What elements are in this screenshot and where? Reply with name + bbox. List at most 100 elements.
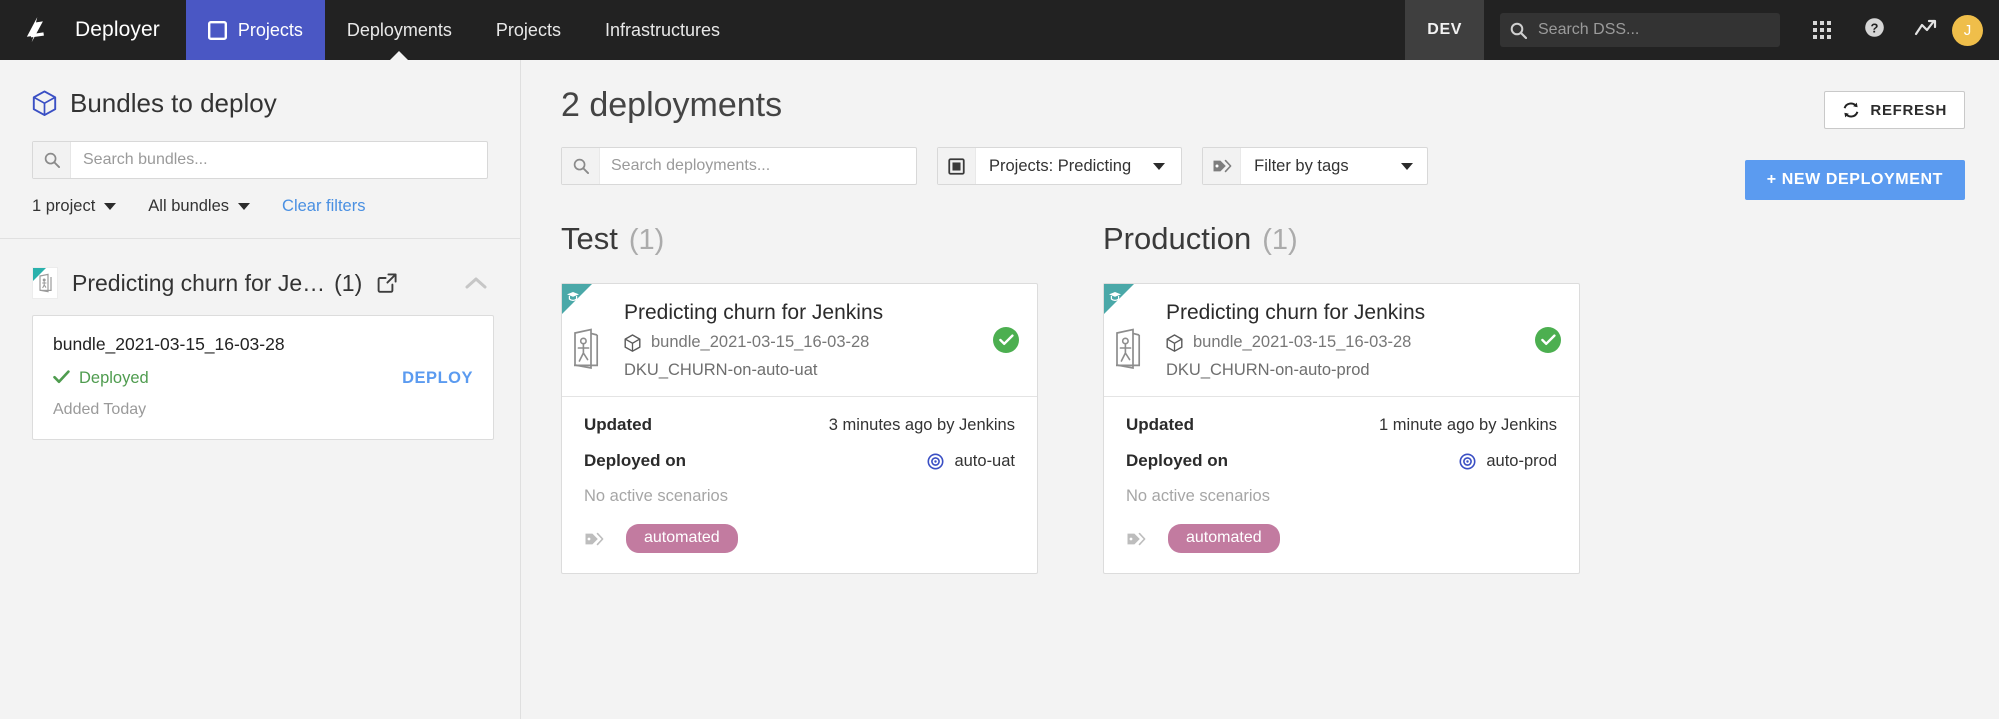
apps-grid-button[interactable] [1796, 0, 1848, 60]
project-thumbnail [562, 284, 610, 380]
updated-label: Updated [1126, 415, 1194, 435]
refresh-button[interactable]: REFRESH [1824, 91, 1965, 129]
projects-filter-select[interactable]: Projects: Predicting [937, 147, 1183, 185]
column-title: Test [561, 221, 618, 256]
trend-arrow-icon [1914, 18, 1938, 43]
deployed-on-label: Deployed on [1126, 451, 1229, 471]
chevron-up-icon[interactable] [464, 275, 488, 291]
nav-tab-label: Projects [237, 19, 303, 40]
deployments-search[interactable] [561, 147, 917, 185]
tags-filter-label: Filter by tags [1241, 148, 1426, 184]
dataiku-bird-logo[interactable] [0, 0, 63, 60]
deployed-on-value-wrap: auto-uat [927, 452, 1015, 471]
tag-icon [584, 531, 604, 547]
tag-pill[interactable]: automated [626, 524, 738, 554]
deployments-main: 2 deployments Projects: Predicting [521, 60, 1999, 719]
projects-filter-label: Projects: Predicting [976, 148, 1181, 184]
nav-tab-deployments[interactable]: Deployments [325, 0, 474, 60]
activity-button[interactable] [1900, 0, 1952, 60]
column-test: Test (1) Predicting churn for Jenkins bu… [561, 221, 1038, 575]
churn-door-icon [569, 327, 603, 376]
deployed-on-value-wrap: auto-prod [1459, 452, 1557, 471]
sidebar-title-row: Bundles to deploy [32, 88, 488, 119]
chevron-down-icon [1400, 162, 1413, 170]
deployed-on-label: Deployed on [584, 451, 687, 471]
tag-icon [1203, 148, 1242, 184]
window-icon [207, 20, 227, 40]
search-input[interactable] [1536, 20, 1770, 40]
churn-door-glyph [33, 268, 57, 298]
deployment-id: DKU_CHURN-on-auto-prod [1166, 361, 1370, 380]
nav-tab-projects-primary[interactable]: Projects [185, 0, 325, 60]
column-title: Production [1103, 221, 1252, 256]
page-body: Bundles to deploy 1 project All bundles … [0, 60, 1999, 719]
deployment-bundle-name: bundle_2021-03-15_16-03-28 [1193, 333, 1412, 352]
churn-door-icon [1111, 327, 1145, 376]
deployment-columns: Test (1) Predicting churn for Jenkins bu… [561, 221, 1965, 575]
sidebar-header: Bundles to deploy 1 project All bundles … [0, 60, 520, 238]
bundle-card[interactable]: bundle_2021-03-15_16-03-28 Deployed DEPL… [32, 315, 494, 440]
help-button[interactable]: ? [1848, 0, 1900, 60]
grid-apps-icon [1813, 21, 1831, 39]
updated-value: 3 minutes ago by Jenkins [828, 415, 1015, 434]
project-filter-label: 1 project [32, 197, 96, 215]
deployment-card-body: Updated 1 minute ago by Jenkins Deployed… [1104, 397, 1579, 573]
deployments-heading: 2 deployments [561, 86, 783, 124]
active-scenarios-text: No active scenarios [584, 487, 728, 506]
target-icon [1459, 453, 1476, 470]
svg-text:?: ? [1870, 20, 1878, 35]
check-circle-icon [1535, 327, 1561, 354]
deployment-title: Predicting churn for Jenkins [1166, 301, 1426, 324]
chevron-down-icon [104, 203, 117, 210]
graduation-cap-icon [1108, 289, 1122, 307]
nav-tab-projects[interactable]: Projects [474, 0, 583, 60]
deployment-card-production[interactable]: Predicting churn for Jenkins bundle_2021… [1103, 283, 1580, 575]
bundles-filter-dropdown[interactable]: All bundles [148, 197, 251, 216]
search-icon [1510, 22, 1527, 39]
new-deployment-button[interactable]: + NEW DEPLOYMENT [1744, 160, 1965, 200]
target-icon [927, 453, 944, 470]
bundle-status-row: Deployed DEPLOY [53, 369, 473, 388]
clear-filters-link[interactable]: Clear filters [282, 197, 365, 216]
tag-icon [1126, 531, 1146, 547]
tags-filter-select[interactable]: Filter by tags [1202, 147, 1428, 185]
deployment-id: DKU_CHURN-on-auto-uat [624, 361, 818, 380]
deploy-button[interactable]: DEPLOY [402, 369, 473, 388]
environment-badge: DEV [1405, 0, 1484, 60]
project-thumbnail-icon [32, 267, 58, 299]
app-brand-title[interactable]: Deployer [63, 0, 186, 60]
search-deployments-input[interactable] [600, 148, 916, 184]
deployment-bundle-row: bundle_2021-03-15_16-03-28 [624, 333, 1019, 352]
project-filter-dropdown[interactable]: 1 project [32, 197, 117, 216]
nav-tab-infrastructures[interactable]: Infrastructures [583, 0, 742, 60]
updated-value: 1 minute ago by Jenkins [1379, 415, 1557, 434]
deployment-tags-row: automated [1126, 524, 1557, 554]
bundle-search[interactable] [32, 141, 488, 179]
sidebar-project-header[interactable]: Predicting churn for Je… (1) [32, 267, 488, 299]
search-bundles-input[interactable] [71, 142, 487, 178]
global-search[interactable] [1500, 13, 1780, 47]
sidebar-filter-row: 1 project All bundles Clear filters [32, 197, 488, 238]
deployment-tags-row: automated [584, 524, 1015, 554]
external-link-icon[interactable] [376, 272, 398, 294]
deployment-card-meta: Predicting churn for Jenkins bundle_2021… [1152, 300, 1561, 380]
updated-label: Updated [584, 415, 652, 435]
project-thumbnail [1104, 284, 1152, 380]
check-circle-icon [993, 327, 1019, 354]
graduation-cap-icon [566, 289, 580, 307]
user-avatar[interactable]: J [1952, 14, 1983, 46]
tag-pill[interactable]: automated [1168, 524, 1280, 554]
sidebar-project-name: Predicting churn for Je… [72, 269, 326, 296]
nav-tab-label: Deployments [346, 19, 452, 40]
cube-icon [1166, 333, 1183, 352]
deployed-on-value: auto-prod [1486, 451, 1557, 470]
bundles-sidebar: Bundles to deploy 1 project All bundles … [0, 60, 521, 719]
bundle-added-date: Added Today [53, 401, 147, 418]
deployed-on-value: auto-uat [954, 451, 1015, 470]
sidebar-project-count: (1) [334, 269, 363, 296]
deployed-on-row: Deployed on auto-prod [1126, 451, 1557, 471]
bundle-name: bundle_2021-03-15_16-03-28 [53, 334, 285, 354]
check-icon [53, 370, 70, 387]
deployment-card-test[interactable]: Predicting churn for Jenkins bundle_2021… [561, 283, 1038, 575]
